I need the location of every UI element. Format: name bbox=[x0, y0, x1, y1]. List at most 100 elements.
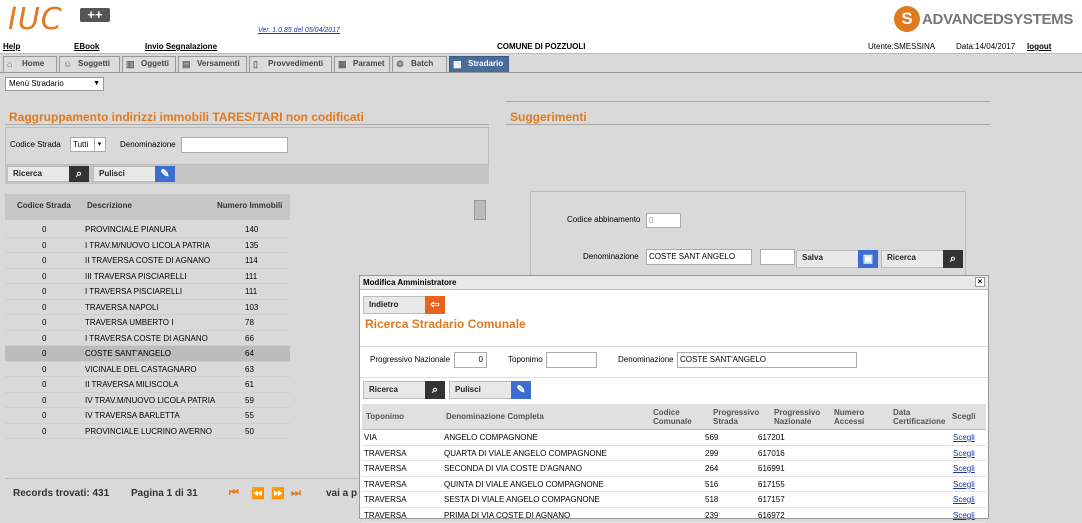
table-row[interactable]: 0TRAVERSA NAPOLI103 bbox=[5, 300, 290, 316]
ricerca-button[interactable]: Ricerca⌕ bbox=[363, 381, 445, 399]
prev-page-icon[interactable]: ⏪ bbox=[251, 487, 265, 500]
table-row[interactable]: VIAANGELO COMPAGNONE569617201Scegli bbox=[362, 430, 986, 446]
table-row[interactable]: 0II TRAVERSA COSTE DI AGNANO114 bbox=[5, 253, 290, 269]
grid-icon: ▦ bbox=[453, 59, 464, 69]
tab-home[interactable]: ⌂Home bbox=[3, 56, 57, 72]
denominazione-input[interactable] bbox=[181, 137, 288, 153]
col-scegli[interactable]: Scegli bbox=[952, 412, 976, 421]
close-icon[interactable]: × bbox=[975, 277, 985, 287]
scegli-link[interactable]: Scegli bbox=[953, 508, 975, 523]
table-row[interactable]: TRAVERSAQUARTA DI VIALE ANGELO COMPAGNON… bbox=[362, 446, 986, 462]
col-codice-strada[interactable]: Codice Strada bbox=[17, 201, 71, 210]
table-row[interactable]: TRAVERSAQUINTA DI VIALE ANGELO COMPAGNON… bbox=[362, 477, 986, 493]
denominazione-input[interactable]: COSTE SANT ANGELO bbox=[646, 249, 752, 265]
tab-batch[interactable]: ⚙Batch bbox=[392, 56, 447, 72]
cell-codice: 0 bbox=[42, 393, 46, 408]
logout-link[interactable]: logout bbox=[1027, 42, 1051, 51]
invio-segnalazione-link[interactable]: Invio Segnalazione bbox=[145, 42, 217, 51]
scegli-link[interactable]: Scegli bbox=[953, 492, 975, 507]
cell-numero: 61 bbox=[245, 377, 254, 392]
table-row[interactable]: 0I TRAV.M/NUOVO LICOLA PATRIA135 bbox=[5, 238, 290, 254]
ricerca-button[interactable]: Ricerca⌕ bbox=[7, 166, 89, 182]
comune-name: COMUNE DI POZZUOLI bbox=[497, 42, 585, 51]
pulisci-button[interactable]: Pulisci✎ bbox=[93, 166, 175, 182]
extra-input[interactable] bbox=[760, 249, 795, 265]
col-codice-comunale[interactable]: CodiceComunale bbox=[624, 408, 682, 417]
cell-denominazione: SESTA DI VIALE ANGELO COMPAGNONE bbox=[444, 492, 600, 507]
brand-name: ADVANCEDSYSTEMS bbox=[922, 11, 1073, 28]
progressivo-nazionale-label: Progressivo Nazionale bbox=[370, 355, 450, 364]
cell-descrizione: TRAVERSA UMBERTO I bbox=[85, 315, 173, 330]
cell-numero: 63 bbox=[245, 362, 254, 377]
col-numero-accessi[interactable]: NumeroAccessi bbox=[805, 408, 863, 417]
first-page-icon[interactable]: ⏮ bbox=[229, 487, 239, 500]
table-row[interactable]: TRAVERSAPRIMA DI VIA COSTE DI AGNANO2396… bbox=[362, 508, 986, 523]
table-row[interactable]: TRAVERSA SESTA DI VIALE ANGELO COMPAGNONE… bbox=[362, 492, 986, 508]
col-progressivo-nazionale[interactable]: ProgressivoNazionale bbox=[744, 408, 804, 417]
tab-soggetti[interactable]: ☺Soggetti bbox=[59, 56, 120, 72]
codice-strada-select[interactable]: Tutti▾ bbox=[70, 137, 106, 152]
cell-denominazione: PRIMA DI VIA COSTE DI AGNANO bbox=[444, 508, 570, 523]
last-page-icon[interactable]: ⏭ bbox=[291, 487, 301, 500]
left-button-bar: Ricerca⌕ Pulisci✎ bbox=[5, 165, 489, 184]
scegli-link[interactable]: Scegli bbox=[953, 430, 975, 445]
next-page-icon[interactable]: ⏩ bbox=[271, 487, 285, 500]
table-row[interactable]: 0I TRAVERSA PISCIARELLI111 bbox=[5, 284, 290, 300]
col-denominazione-completa[interactable]: Denominazione Completa bbox=[446, 412, 544, 421]
cell-progressivo-strada: 264 bbox=[705, 461, 718, 476]
cell-codice: 0 bbox=[42, 331, 46, 346]
version-link[interactable]: Ver. 1.0.85 del 05/04/2017 bbox=[258, 27, 340, 34]
table-row[interactable]: 0I TRAVERSA COSTE DI AGNANO66 bbox=[5, 331, 290, 347]
scegli-link[interactable]: Scegli bbox=[953, 477, 975, 492]
col-numero-immobili[interactable]: Numero Immobili bbox=[217, 201, 282, 210]
table-row[interactable]: TRAVERSASECONDA DI VIA COSTE D'AGNANO264… bbox=[362, 461, 986, 477]
tab-versamenti[interactable]: ▤Versamenti bbox=[178, 56, 247, 72]
ricerca-button[interactable]: Ricerca⌕ bbox=[881, 250, 963, 268]
menu-select[interactable]: Menù Stradario▼ bbox=[5, 77, 104, 91]
progressivo-nazionale-input[interactable]: 0 bbox=[454, 352, 487, 368]
toponimo-input[interactable] bbox=[546, 352, 597, 368]
cell-numero: 55 bbox=[245, 408, 254, 423]
user-label: Utente:SMESSINA bbox=[868, 42, 935, 51]
table-row[interactable]: 0IV TRAV.M/NUOVO LICOLA PATRIA59 bbox=[5, 393, 290, 409]
table-row[interactable]: 0TRAVERSA UMBERTO I78 bbox=[5, 315, 290, 331]
cell-codice: 0 bbox=[42, 300, 46, 315]
table-row[interactable]: 0II TRAVERSA MILISCOLA61 bbox=[5, 377, 290, 393]
date-label: Data:14/04/2017 bbox=[956, 42, 1015, 51]
cell-toponimo: TRAVERSA bbox=[364, 492, 407, 507]
table-row[interactable]: 0PROVINCIALE PIANURA140 bbox=[5, 222, 290, 238]
table-row[interactable]: 0PROVINCIALE LUCRINO AVERNO50 bbox=[5, 424, 290, 440]
cell-codice: 0 bbox=[42, 315, 46, 330]
cell-descrizione: II TRAVERSA MILISCOLA bbox=[85, 377, 179, 392]
indietro-button[interactable]: Indietro⇦ bbox=[363, 296, 445, 314]
salva-button[interactable]: Salva▣ bbox=[796, 250, 878, 268]
scegli-link[interactable]: Scegli bbox=[953, 461, 975, 476]
dialog-button-bar: Ricerca⌕ Pulisci✎ bbox=[360, 377, 988, 400]
table-row[interactable]: 0IV TRAVERSA BARLETTA55 bbox=[5, 408, 290, 424]
cell-codice: 0 bbox=[42, 253, 46, 268]
tab-oggetti[interactable]: ▥Oggetti bbox=[122, 56, 176, 72]
ebook-link[interactable]: EBook bbox=[74, 42, 99, 51]
plus-logo: ++ bbox=[80, 8, 110, 22]
table-row[interactable]: 0III TRAVERSA PISCIARELLI111 bbox=[5, 269, 290, 285]
payment-icon: ▤ bbox=[182, 59, 193, 69]
cell-numero: 64 bbox=[245, 346, 254, 361]
tab-stradario[interactable]: ▦Stradario bbox=[449, 56, 509, 72]
codice-abbinamento-input[interactable]: 0 bbox=[646, 213, 681, 228]
col-data-certificazione[interactable]: DataCertificazione bbox=[864, 408, 922, 417]
col-progressivo-strada[interactable]: ProgressivoStrada bbox=[683, 408, 743, 417]
table-row[interactable]: 0COSTE SANT'ANGELO64 bbox=[5, 346, 290, 362]
tab-provvedimenti[interactable]: ▯Provvedimenti bbox=[249, 56, 332, 72]
help-link[interactable]: Help bbox=[3, 42, 20, 51]
grid-header: Codice Strada Descrizione Numero Immobil… bbox=[5, 194, 290, 220]
col-descrizione[interactable]: Descrizione bbox=[87, 201, 132, 210]
scegli-link[interactable]: Scegli bbox=[953, 446, 975, 461]
table-row[interactable]: 0VICINALE DEL CASTAGNARO63 bbox=[5, 362, 290, 378]
tab-paramet[interactable]: ▦Paramet bbox=[334, 56, 390, 72]
scrollbar-thumb[interactable] bbox=[474, 200, 486, 220]
cell-progressivo-nazionale: 616991 bbox=[758, 461, 785, 476]
left-filter-box: Codice Strada Tutti▾ Denominazione bbox=[5, 127, 489, 165]
pulisci-button[interactable]: Pulisci✎ bbox=[449, 381, 531, 399]
denominazione-input[interactable]: COSTE SANT'ANGELO bbox=[677, 352, 857, 368]
col-toponimo[interactable]: Toponimo bbox=[366, 412, 404, 421]
